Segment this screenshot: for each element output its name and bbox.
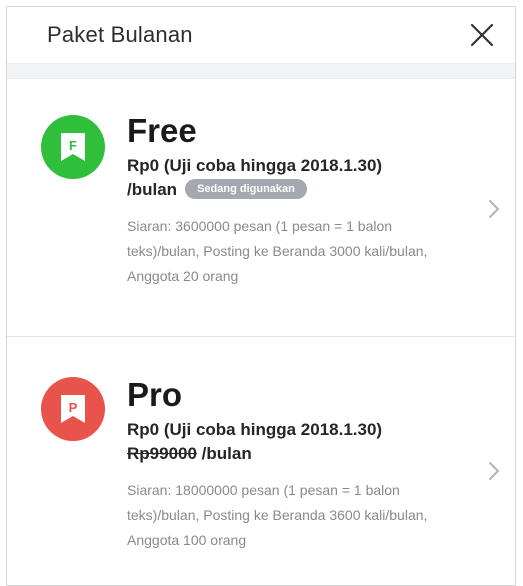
plan-name: Free	[127, 112, 197, 149]
plan-price-line2: /bulan	[127, 180, 178, 199]
page-title: Paket Bulanan	[47, 22, 193, 47]
panel-header: Paket Bulanan	[7, 7, 515, 63]
free-plan-icon-letter: F	[69, 138, 77, 153]
monthly-plan-panel: Paket Bulanan F Free Rp0 (Uji coba hingg…	[6, 6, 516, 586]
close-icon	[470, 23, 494, 47]
plan-item-free[interactable]: F Free Rp0 (Uji coba hingga 2018.1.30) /…	[7, 79, 515, 336]
plan-description: Siaran: 3600000 pesan (1 pesan = 1 balon…	[127, 218, 428, 284]
free-plan-icon: F	[41, 115, 105, 179]
plan-price-line1: Rp0 (Uji coba hingga 2018.1.30)	[127, 156, 383, 175]
chevron-right-icon	[489, 200, 499, 218]
old-price: Rp99000	[127, 444, 197, 463]
plan-price-line2: /bulan	[196, 444, 252, 463]
plan-description: Siaran: 18000000 pesan (1 pesan = 1 balo…	[127, 482, 428, 548]
plan-price-line1: Rp0 (Uji coba hingga 2018.1.30)	[127, 420, 383, 439]
bookmark-icon: P	[61, 395, 85, 423]
close-button[interactable]	[467, 20, 497, 50]
pro-plan-icon: P	[41, 377, 105, 441]
header-divider	[7, 63, 515, 79]
bookmark-icon: F	[61, 133, 85, 161]
plan-name: Pro	[127, 376, 183, 413]
plan-item-pro[interactable]: P Pro Rp0 (Uji coba hingga 2018.1.30) Rp…	[7, 336, 515, 586]
status-badge: Sedang digunakan	[185, 179, 307, 199]
chevron-right-icon	[489, 462, 499, 480]
plan-price: Rp0 (Uji coba hingga 2018.1.30) /bulan Se…	[127, 154, 445, 202]
pro-plan-icon-letter: P	[69, 400, 78, 415]
plan-price: Rp0 (Uji coba hingga 2018.1.30) Rp99000 …	[127, 418, 445, 466]
